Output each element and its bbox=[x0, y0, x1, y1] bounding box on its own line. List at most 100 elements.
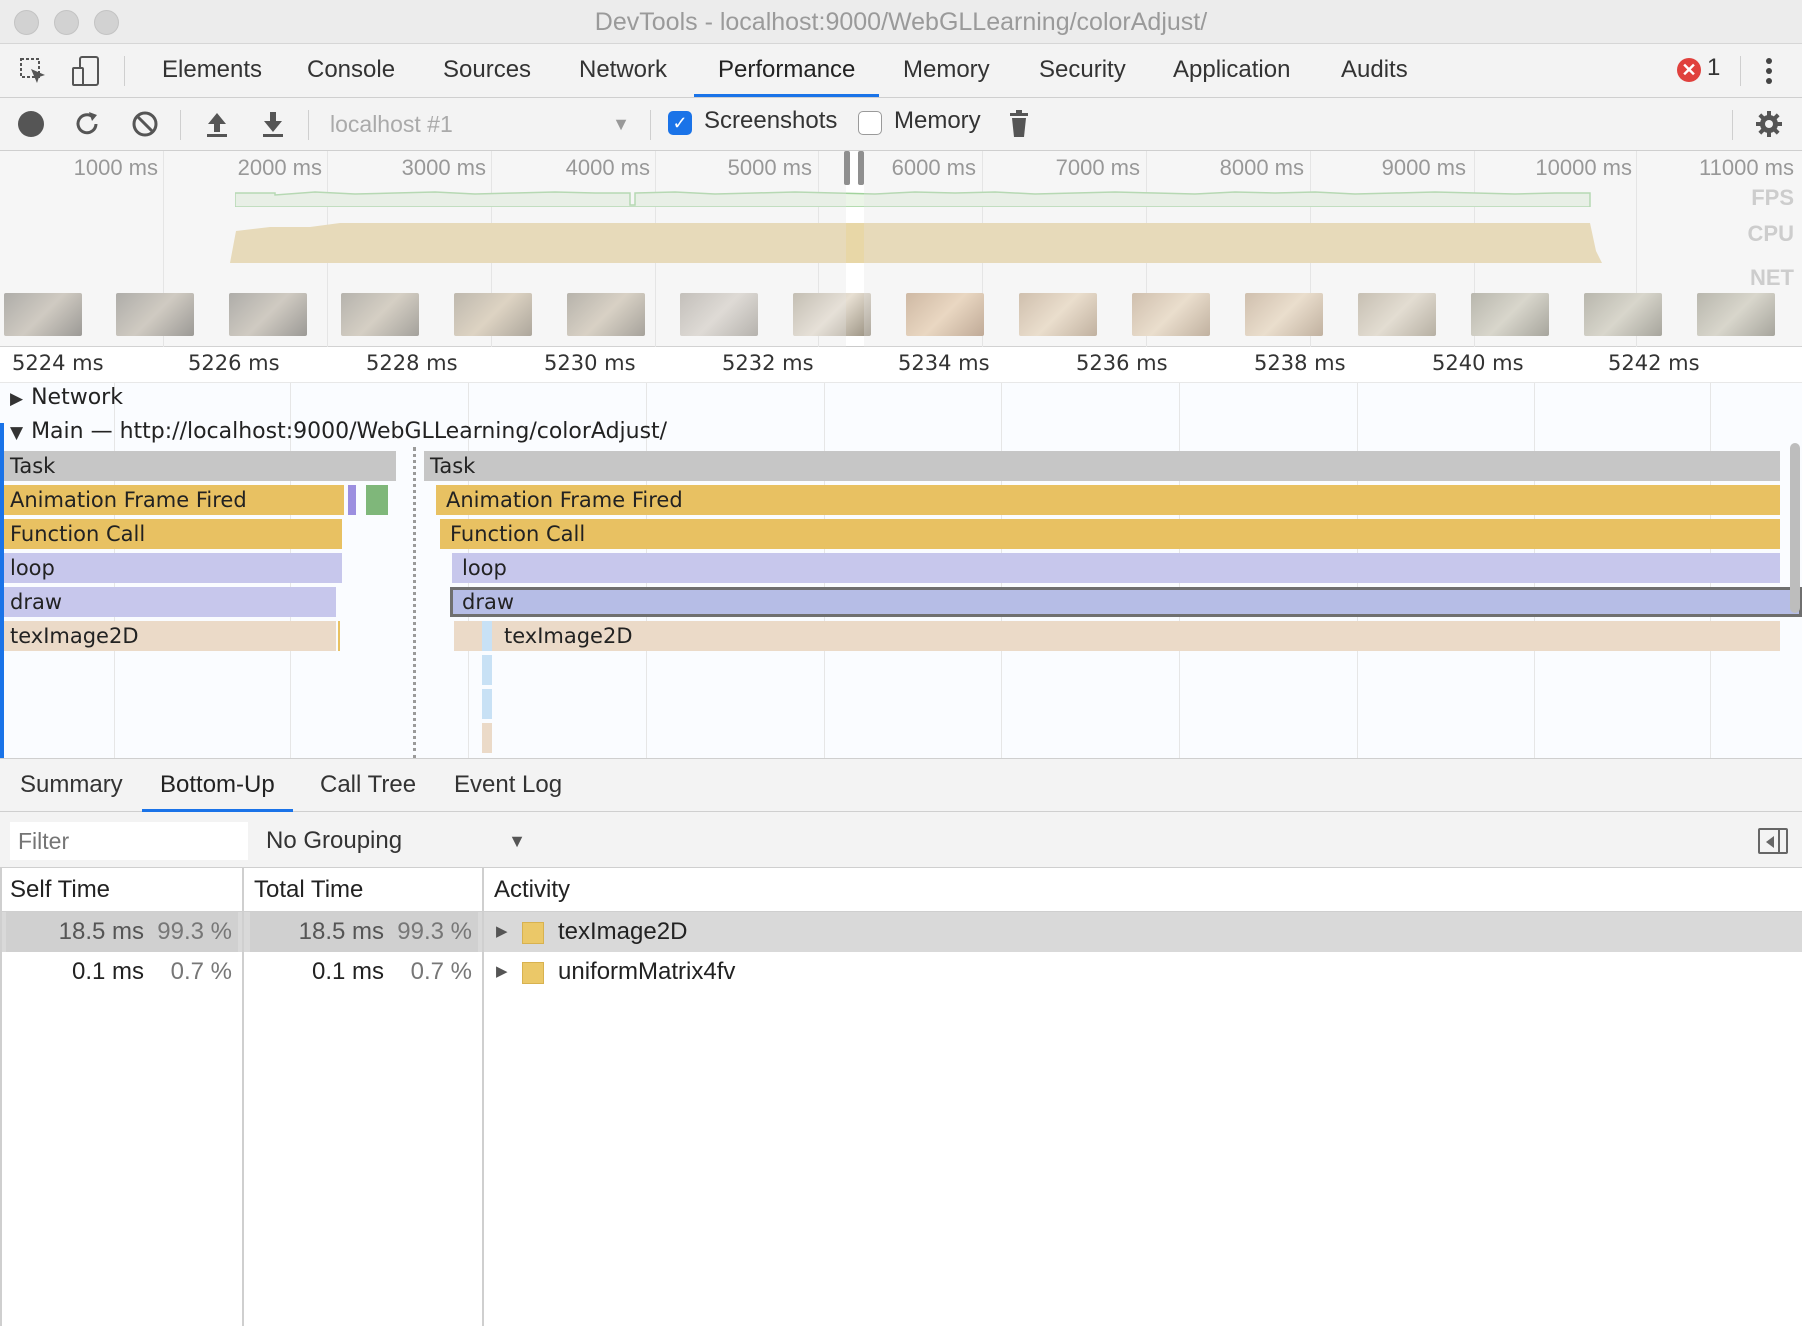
selection-handle-left[interactable] bbox=[844, 151, 850, 185]
overview-selection-window[interactable] bbox=[844, 151, 864, 347]
screenshot-thumbnail[interactable] bbox=[1358, 293, 1436, 336]
flame-tick-label: 5230 ms bbox=[544, 351, 636, 375]
screenshots-label[interactable]: Screenshots bbox=[704, 107, 837, 135]
flame-bar-small[interactable] bbox=[482, 689, 492, 719]
screenshot-thumbnail[interactable] bbox=[1471, 293, 1549, 336]
screenshot-thumbnail[interactable] bbox=[341, 293, 419, 336]
screenshot-thumbnail[interactable] bbox=[454, 293, 532, 336]
flame-bar-teximage2d[interactable]: texImage2D bbox=[4, 621, 336, 651]
flame-bar-small[interactable] bbox=[366, 485, 388, 515]
screenshot-thumbnail[interactable] bbox=[567, 293, 645, 336]
table-row[interactable]: 0.1 ms 0.7 % 0.1 ms 0.7 % ▶ uniformMatri… bbox=[0, 952, 1802, 992]
flame-tick-label: 5234 ms bbox=[898, 351, 990, 375]
tab-network[interactable]: Network bbox=[555, 44, 691, 97]
target-select[interactable]: localhost #1 ▼ bbox=[318, 106, 638, 142]
flame-bar-animation-frame[interactable]: Animation Frame Fired bbox=[4, 485, 344, 515]
collect-garbage-icon[interactable] bbox=[1006, 109, 1032, 139]
column-divider[interactable] bbox=[482, 868, 484, 1326]
screenshot-thumbnail[interactable] bbox=[906, 293, 984, 336]
error-count[interactable]: 1 bbox=[1707, 54, 1720, 82]
inspect-element-icon[interactable] bbox=[18, 56, 48, 86]
self-time-percent: 99.3 % bbox=[157, 918, 232, 945]
clear-icon[interactable] bbox=[130, 109, 160, 139]
load-profile-icon[interactable] bbox=[202, 109, 232, 139]
record-icon[interactable] bbox=[18, 111, 44, 137]
selection-handle-right[interactable] bbox=[858, 151, 864, 185]
expand-arrow-icon: ▶ bbox=[10, 389, 24, 409]
tab-call-tree[interactable]: Call Tree bbox=[302, 759, 434, 812]
screenshot-thumbnail[interactable] bbox=[1584, 293, 1662, 336]
screenshot-thumbnail[interactable] bbox=[4, 293, 82, 336]
flame-bar-teximage2d[interactable]: texImage2D bbox=[454, 621, 1780, 651]
screenshots-checkbox[interactable]: ✓ bbox=[668, 111, 692, 135]
column-header-activity[interactable]: Activity bbox=[484, 868, 1802, 912]
screenshot-thumbnails bbox=[0, 287, 1802, 343]
network-track-header[interactable]: ▶ Network bbox=[10, 385, 123, 410]
tab-application[interactable]: Application bbox=[1149, 44, 1314, 97]
screenshot-thumbnail[interactable] bbox=[680, 293, 758, 336]
collapse-arrow-icon: ▼ bbox=[10, 423, 24, 443]
tab-security[interactable]: Security bbox=[1015, 44, 1150, 97]
flame-scrollbar[interactable] bbox=[1790, 443, 1800, 613]
screenshot-thumbnail[interactable] bbox=[229, 293, 307, 336]
screenshot-thumbnail[interactable] bbox=[1245, 293, 1323, 336]
screenshot-thumbnail[interactable] bbox=[1697, 293, 1775, 336]
tab-sources[interactable]: Sources bbox=[419, 44, 555, 97]
flame-bar-small[interactable] bbox=[338, 621, 340, 651]
main-track-header[interactable]: ▼ Main — http://localhost:9000/WebGLLearn… bbox=[10, 419, 667, 444]
tab-summary[interactable]: Summary bbox=[2, 759, 141, 812]
self-time-percent: 0.7 % bbox=[170, 958, 232, 985]
save-profile-icon[interactable] bbox=[258, 109, 288, 139]
flame-bar-loop[interactable]: loop bbox=[4, 553, 342, 583]
category-color-swatch bbox=[522, 962, 544, 984]
tab-event-log[interactable]: Event Log bbox=[436, 759, 580, 812]
flame-bar-function-call[interactable]: Function Call bbox=[440, 519, 1780, 549]
flame-bar-function-call[interactable]: Function Call bbox=[4, 519, 342, 549]
toolbar-divider bbox=[1732, 110, 1733, 140]
flame-bar-small[interactable] bbox=[482, 723, 492, 753]
flame-bar-task[interactable]: Task bbox=[4, 451, 396, 481]
flame-bar-draw[interactable]: draw bbox=[4, 587, 336, 617]
memory-label[interactable]: Memory bbox=[894, 107, 981, 135]
reload-record-icon[interactable] bbox=[72, 109, 102, 139]
flame-bar-small[interactable] bbox=[348, 485, 356, 515]
filter-input[interactable] bbox=[10, 822, 248, 860]
flame-chart[interactable]: 5224 ms 5226 ms 5228 ms 5230 ms 5232 ms … bbox=[0, 347, 1802, 759]
flame-bar-loop[interactable]: loop bbox=[452, 553, 1780, 583]
column-divider[interactable] bbox=[242, 868, 244, 1326]
tab-elements[interactable]: Elements bbox=[138, 44, 286, 97]
tab-bottom-up[interactable]: Bottom-Up bbox=[142, 759, 293, 812]
flame-bar-task[interactable]: Task bbox=[424, 451, 1780, 481]
overview-tick-label: 7000 ms bbox=[1055, 155, 1140, 180]
cpu-lane-label: CPU bbox=[1747, 221, 1794, 246]
column-header-total-time[interactable]: Total Time bbox=[244, 868, 482, 912]
expand-row-icon[interactable]: ▶ bbox=[496, 912, 508, 952]
timeline-overview[interactable]: 1000 ms 2000 ms 3000 ms 4000 ms 5000 ms … bbox=[0, 151, 1802, 347]
tab-console[interactable]: Console bbox=[283, 44, 419, 97]
screenshot-thumbnail[interactable] bbox=[116, 293, 194, 336]
tab-memory[interactable]: Memory bbox=[879, 44, 1014, 97]
flame-bar-small[interactable] bbox=[482, 621, 492, 651]
flame-bar-draw-selected[interactable]: draw bbox=[450, 587, 1802, 617]
memory-checkbox[interactable] bbox=[858, 111, 882, 135]
table-left-border bbox=[0, 868, 2, 1326]
toggle-sidebar-icon[interactable] bbox=[1758, 828, 1788, 854]
flame-bar-small[interactable] bbox=[482, 655, 492, 685]
settings-gear-icon[interactable] bbox=[1754, 109, 1784, 139]
flame-tick-label: 5240 ms bbox=[1432, 351, 1524, 375]
expand-row-icon[interactable]: ▶ bbox=[496, 952, 508, 992]
screenshot-thumbnail[interactable] bbox=[1019, 293, 1097, 336]
flame-tick-label: 5226 ms bbox=[188, 351, 280, 375]
flame-bar-animation-frame[interactable]: Animation Frame Fired bbox=[436, 485, 1780, 515]
device-toolbar-icon[interactable] bbox=[70, 54, 104, 88]
screenshot-thumbnail[interactable] bbox=[1132, 293, 1210, 336]
toolbar-divider bbox=[1740, 56, 1741, 86]
table-row[interactable]: 18.5 ms 99.3 % 18.5 ms 99.3 % ▶ texImage… bbox=[0, 912, 1802, 952]
error-icon[interactable]: ✕ bbox=[1677, 58, 1701, 82]
column-header-self-time[interactable]: Self Time bbox=[0, 868, 242, 912]
tab-audits[interactable]: Audits bbox=[1317, 44, 1432, 97]
more-options-icon[interactable] bbox=[1756, 56, 1782, 86]
overview-tick-label: 5000 ms bbox=[727, 155, 812, 180]
tab-performance[interactable]: Performance bbox=[694, 44, 880, 97]
grouping-select[interactable]: No Grouping ▼ bbox=[266, 822, 526, 860]
